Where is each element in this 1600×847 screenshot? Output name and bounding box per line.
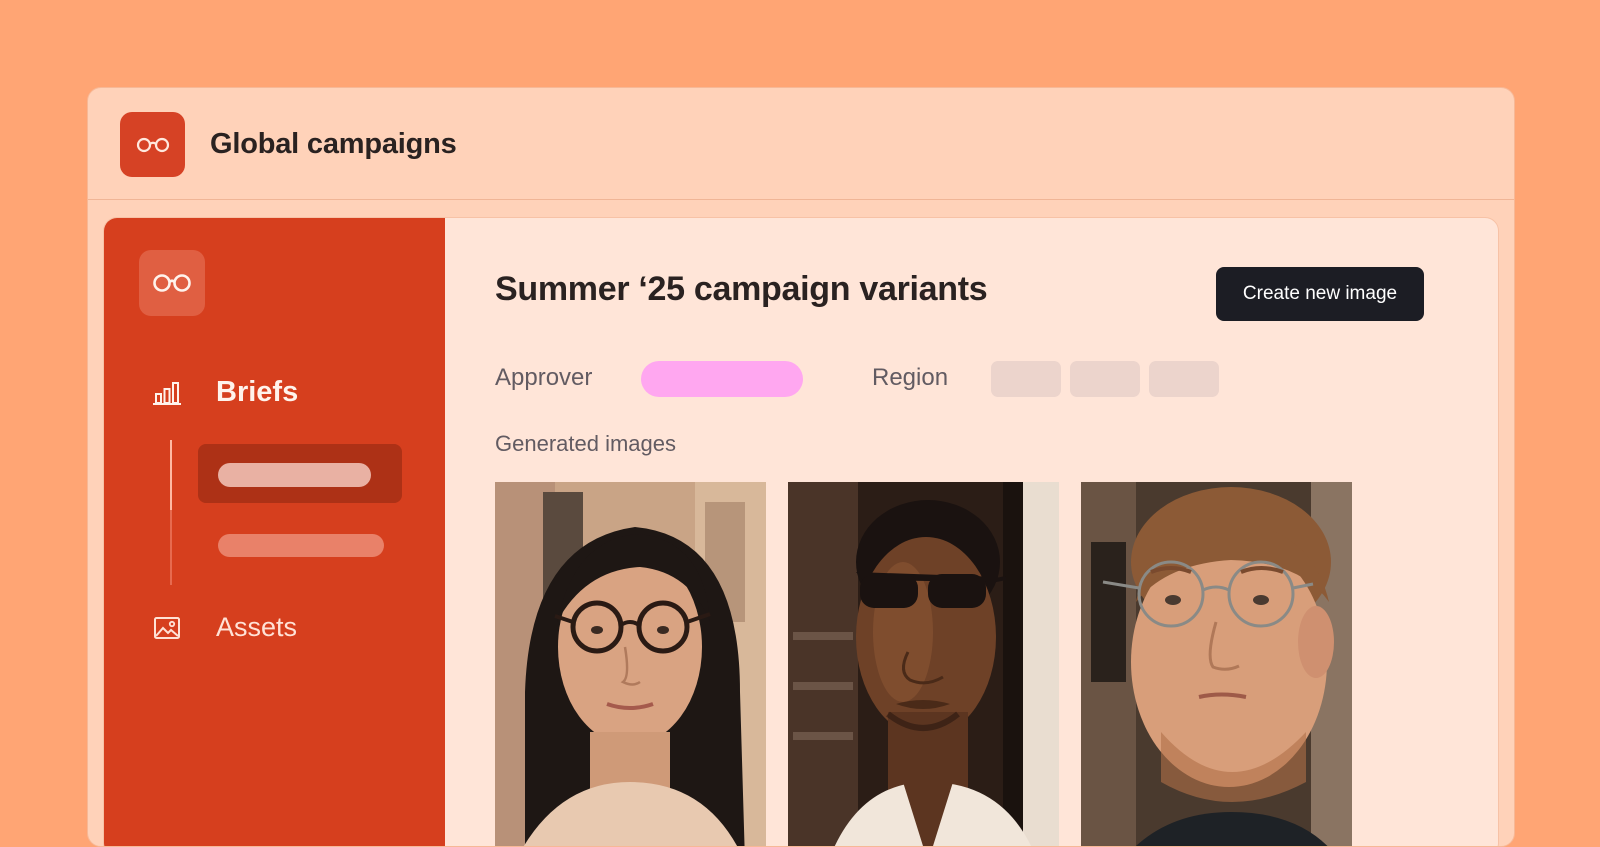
sidebar-item-label: Assets — [216, 612, 298, 642]
approver-label: Approver — [495, 364, 593, 391]
content-panel: Briefs Assets Summer ‘25 campaign varian… — [103, 217, 1499, 846]
generated-image-card[interactable] — [788, 482, 1059, 846]
sidebar: Briefs Assets — [104, 218, 445, 846]
generated-image-card[interactable] — [1081, 482, 1352, 846]
create-new-image-button[interactable]: Create new image — [1216, 267, 1424, 321]
region-chip[interactable] — [991, 361, 1061, 397]
subnav-active-indicator — [170, 440, 172, 510]
region-label: Region — [872, 364, 949, 391]
region-chip[interactable] — [1149, 361, 1219, 397]
placeholder-bar — [218, 534, 384, 557]
top-bar: Global campaigns — [88, 88, 1514, 200]
app-window: Global campaigns Briefs Assets Summer ‘2… — [87, 87, 1515, 847]
approver-pill[interactable] — [641, 361, 803, 397]
subnav-tree-line — [170, 440, 172, 585]
bar-chart-icon — [152, 378, 182, 408]
sidebar-item-assets[interactable]: Assets — [152, 612, 297, 643]
image-icon — [152, 613, 182, 643]
generated-images-heading: Generated images — [495, 431, 676, 456]
glasses-icon — [153, 274, 191, 292]
main-content: Summer ‘25 campaign variants Create new … — [445, 218, 1498, 846]
glasses-icon — [136, 137, 169, 152]
sidebar-item-briefs[interactable]: Briefs — [152, 376, 298, 409]
generated-image-card[interactable] — [495, 482, 766, 846]
page-title: Summer ‘25 campaign variants — [495, 270, 988, 308]
sidebar-item-label: Briefs — [216, 376, 299, 408]
region-chip[interactable] — [1070, 361, 1140, 397]
placeholder-bar — [218, 463, 371, 487]
app-title: Global campaigns — [210, 128, 457, 160]
portrait-man-wire-glasses — [1081, 482, 1352, 846]
portrait-man-sunglasses — [788, 482, 1059, 846]
portrait-woman-round-glasses — [495, 482, 766, 846]
app-logo[interactable] — [120, 112, 185, 177]
subnav-item-active[interactable] — [198, 444, 402, 503]
sidebar-logo[interactable] — [139, 250, 205, 316]
